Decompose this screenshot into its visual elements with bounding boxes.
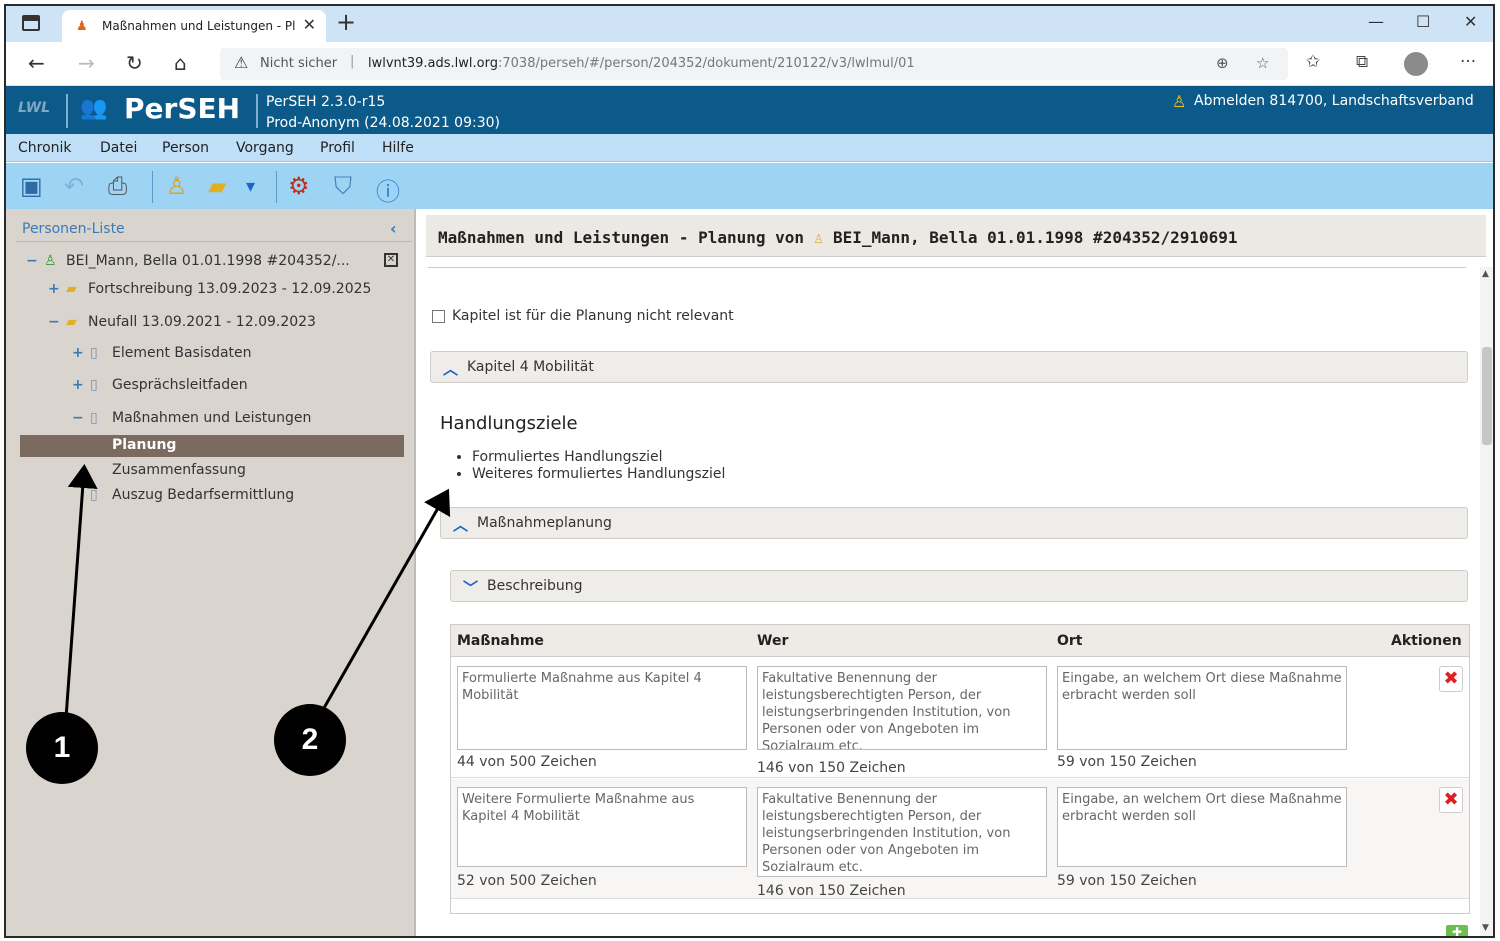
callout-1: 1 xyxy=(26,712,98,784)
annotation-arrows xyxy=(64,464,451,719)
arrow-to-planung xyxy=(64,464,98,719)
arrow-to-goals xyxy=(322,488,451,709)
callout-2: 2 xyxy=(274,704,346,776)
browser-window: ♟ Maßnahmen und Leistungen - Pl ✕ + — ☐ … xyxy=(4,4,1495,938)
